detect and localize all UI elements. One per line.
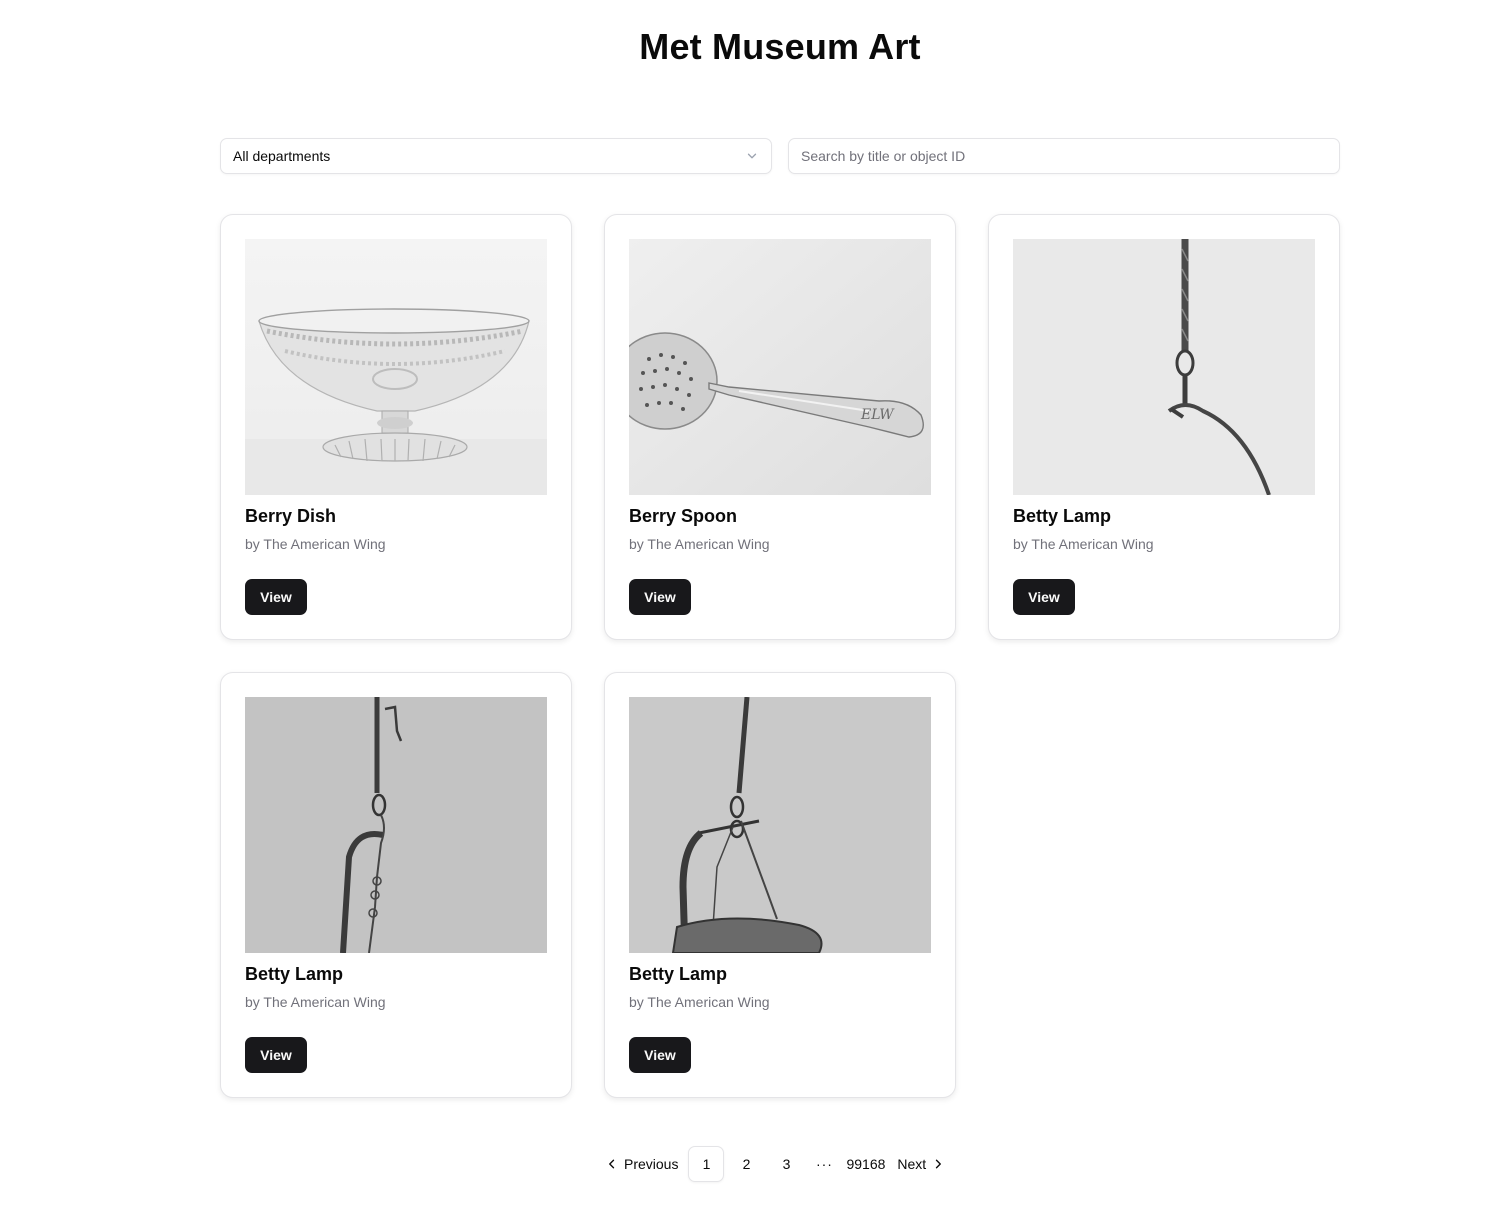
page-2-link[interactable]: 2 bbox=[728, 1146, 764, 1182]
next-page-button[interactable]: Next bbox=[889, 1146, 952, 1182]
previous-page-button[interactable]: Previous bbox=[598, 1146, 686, 1182]
view-button[interactable]: View bbox=[629, 579, 691, 615]
artwork-image-betty-lamp[interactable] bbox=[1013, 239, 1315, 495]
artwork-title: Betty Lamp bbox=[245, 964, 344, 984]
department-select[interactable]: All departments bbox=[220, 138, 772, 174]
chevron-left-icon bbox=[609, 1159, 615, 1169]
view-button[interactable]: View bbox=[245, 579, 307, 615]
artwork-image-betty-lamp[interactable] bbox=[629, 697, 931, 953]
artwork-card: Betty Lamp by The American Wing View bbox=[220, 672, 572, 1098]
artwork-image-berry-dish[interactable] bbox=[245, 239, 547, 495]
filter-bar: All departments bbox=[220, 138, 1340, 174]
svg-text:ELW: ELW bbox=[860, 407, 895, 423]
view-button[interactable]: View bbox=[629, 1037, 691, 1073]
artwork-title: Berry Spoon bbox=[629, 506, 738, 526]
artwork-title: Betty Lamp bbox=[1013, 506, 1112, 526]
search-input[interactable] bbox=[788, 138, 1340, 174]
ellipsis-icon: ··· bbox=[815, 1156, 833, 1172]
artwork-department: by The American Wing bbox=[629, 994, 770, 1010]
view-button[interactable]: View bbox=[245, 1037, 307, 1073]
artwork-card: ELW Berry Spoon by The American Wing Vie… bbox=[604, 214, 956, 640]
artwork-image-betty-lamp[interactable] bbox=[245, 697, 547, 953]
page-1-link[interactable]: 1 bbox=[688, 1146, 725, 1182]
artwork-department: by The American Wing bbox=[245, 994, 386, 1010]
artwork-department: by The American Wing bbox=[245, 536, 386, 552]
artwork-department: by The American Wing bbox=[629, 536, 770, 552]
page-3-link[interactable]: 3 bbox=[768, 1146, 804, 1182]
artwork-card: Betty Lamp by The American Wing View bbox=[604, 672, 956, 1098]
chevron-down-icon bbox=[747, 153, 757, 159]
artwork-card: Betty Lamp by The American Wing View bbox=[988, 214, 1340, 640]
next-label: Next bbox=[897, 1156, 927, 1172]
artwork-department: by The American Wing bbox=[1013, 536, 1154, 552]
artwork-title: Berry Dish bbox=[245, 506, 337, 526]
department-select-value: All departments bbox=[233, 148, 331, 164]
view-button[interactable]: View bbox=[1013, 579, 1075, 615]
pagination: Previous 1 2 3 ··· 99168 Next bbox=[598, 1146, 952, 1182]
previous-label: Previous bbox=[624, 1156, 679, 1172]
artwork-title: Betty Lamp bbox=[629, 964, 728, 984]
artwork-card: Berry Dish by The American Wing View bbox=[220, 214, 572, 640]
chevron-right-icon bbox=[936, 1159, 942, 1169]
page-title: Met Museum Art bbox=[639, 26, 921, 67]
artwork-image-berry-spoon[interactable]: ELW bbox=[629, 239, 931, 495]
last-page-link[interactable]: 99168 bbox=[842, 1146, 889, 1182]
